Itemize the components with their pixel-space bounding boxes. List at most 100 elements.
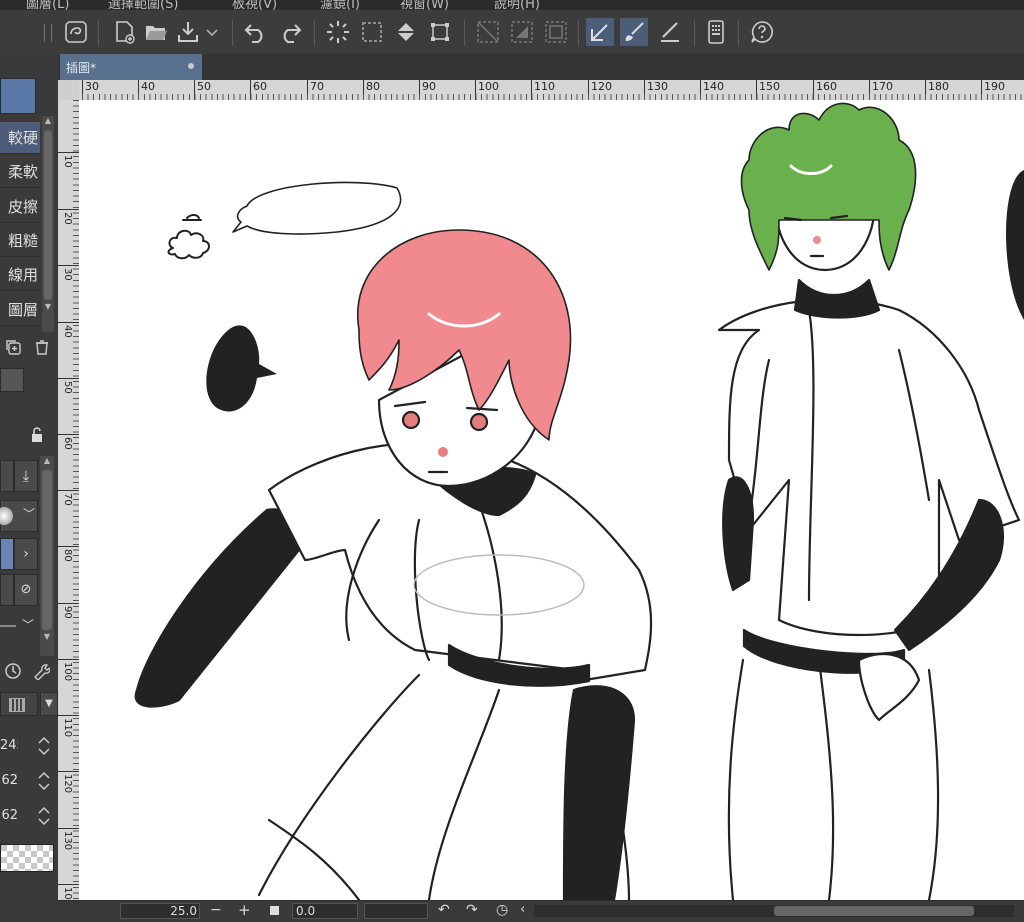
value-field-1[interactable]: 245 (0, 738, 18, 753)
illustration (134, 102, 1024, 900)
speech-bubble-right-edge (1006, 170, 1024, 320)
trash-icon[interactable] (33, 338, 51, 356)
save-dropdown-icon[interactable] (204, 18, 220, 46)
help-icon[interactable] (748, 18, 776, 46)
brush-item-line[interactable]: 線用 (0, 259, 40, 291)
document-tab[interactable]: 插圖* (60, 54, 202, 80)
chevron-down-icon: ﹀ (22, 507, 35, 521)
menu-layer[interactable]: 圖層(L) (26, 0, 69, 10)
line-style-select[interactable]: ﹀ (0, 614, 36, 638)
ruler-left: 10 20 30 40 50 60 70 80 90 100 110 120 1… (58, 100, 80, 900)
scroll-up-icon[interactable]: ▲ (42, 116, 54, 128)
color-bar[interactable] (0, 538, 14, 570)
opacity-spinner[interactable] (0, 574, 14, 606)
download-icon[interactable]: ⤓ (14, 460, 38, 492)
scroll-down-icon[interactable]: ▼ (42, 302, 54, 314)
palette-select[interactable] (0, 692, 38, 716)
document-tab-title: 插圖* (66, 61, 97, 75)
fill-tool-icon[interactable] (656, 18, 684, 46)
companion-app-icon[interactable] (702, 18, 730, 46)
rotate-right-icon[interactable]: ↷ (466, 902, 478, 918)
spinner-3[interactable] (37, 804, 51, 828)
property-scrollbar[interactable]: ▲ ▼ (40, 456, 54, 656)
spinner-1[interactable] (37, 734, 51, 758)
command-bar (0, 10, 1024, 55)
brush-tip-icon (0, 507, 13, 525)
deselect-icon[interactable] (474, 18, 502, 46)
menu-filter[interactable]: 濾鏡(I) (320, 0, 360, 10)
transparent-color-swatch[interactable] (0, 844, 54, 872)
cloud-sprout (182, 214, 202, 221)
separator (464, 20, 465, 46)
lock-icon[interactable] (28, 426, 46, 444)
chevron-right-icon[interactable]: › (14, 538, 38, 570)
select-area-icon[interactable] (358, 18, 386, 46)
size-spinner[interactable] (0, 460, 14, 492)
pink-eye-left (401, 410, 421, 430)
reset-rotation-icon[interactable]: ◷ (496, 902, 508, 918)
unsaved-dot-icon[interactable] (188, 63, 194, 69)
menu-bar: 圖層(L) 選擇範圍(S) 板視(V) 濾鏡(I) 視窗(W) 說明(H) (0, 0, 1024, 10)
crop-selection-icon[interactable] (542, 18, 570, 46)
value-field-3[interactable]: 62 (0, 808, 18, 823)
value-field-2[interactable]: 62 (0, 773, 18, 788)
subtool-tab[interactable] (0, 368, 24, 392)
app-logo-icon[interactable] (62, 18, 90, 46)
open-file-icon[interactable] (142, 18, 170, 46)
ruler-corner (58, 80, 79, 100)
brush-item-rough[interactable]: 粗糙 (0, 225, 40, 257)
horizontal-scrollbar[interactable] (534, 905, 1014, 917)
rotation-field[interactable]: 0.0 (292, 903, 358, 919)
collapse-icon[interactable]: ‹ (520, 902, 525, 917)
invert-selection-icon[interactable] (508, 18, 536, 46)
chevron-down-icon: ﹀ (21, 618, 34, 632)
fit-view-icon[interactable] (270, 906, 279, 915)
scroll-thumb[interactable] (774, 906, 974, 916)
brush-item-layer[interactable]: 圖層 (0, 294, 40, 326)
pen-tool-icon[interactable] (586, 18, 614, 46)
scroll-down-icon[interactable]: ▼ (40, 632, 54, 644)
no-entry-icon[interactable]: ⊘ (14, 574, 38, 606)
green-black-arm-left (722, 476, 755, 592)
brush-list-scrollbar[interactable]: ▲ ▼ (42, 116, 54, 332)
scroll-thumb[interactable] (44, 130, 52, 300)
rotate-left-icon[interactable]: ↶ (438, 902, 450, 918)
spinner-2[interactable] (37, 769, 51, 793)
drawing-canvas[interactable] (79, 100, 1024, 900)
zoom-out-button[interactable]: − (210, 902, 222, 918)
rotation-slider[interactable] (364, 903, 428, 919)
save-icon[interactable] (174, 18, 202, 46)
panel-grip[interactable] (44, 24, 52, 42)
new-file-icon[interactable] (110, 18, 138, 46)
fill-icon[interactable] (392, 18, 420, 46)
timer-icon[interactable] (4, 662, 22, 680)
chevron-down-icon[interactable]: ▼ (40, 692, 58, 716)
speech-bubble-outline (232, 181, 402, 235)
scroll-thumb[interactable] (42, 470, 52, 630)
pink-black-sleeve-arm (134, 508, 309, 708)
green-hand (857, 652, 921, 722)
brush-tool-icon[interactable] (620, 18, 648, 46)
menu-window[interactable]: 視窗(W) (400, 0, 449, 10)
menu-help[interactable]: 說明(H) (494, 0, 540, 10)
wrench-icon[interactable] (32, 662, 51, 681)
zoom-in-button[interactable]: + (238, 901, 251, 919)
brush-shape-select[interactable]: ﹀ (0, 500, 38, 532)
redo-icon[interactable] (276, 18, 304, 46)
cloud-doodle (167, 229, 210, 260)
duplicate-icon[interactable] (4, 338, 22, 356)
loading-spinner-icon[interactable] (324, 18, 352, 46)
brush-item-soft[interactable]: 柔軟 (0, 156, 40, 188)
menu-selection[interactable]: 選擇範圍(S) (108, 0, 178, 10)
menu-view[interactable]: 板視(V) (232, 0, 277, 10)
status-bar: 25.0 − + 0.0 ↶ ↷ ◷ ‹ (58, 900, 1024, 922)
brush-item-hard[interactable]: 較硬 (0, 122, 40, 154)
zoom-field[interactable]: 25.0 (120, 903, 200, 919)
pink-black-forearm (562, 685, 636, 900)
scroll-up-icon[interactable]: ▲ (40, 456, 54, 468)
transform-icon[interactable] (426, 18, 454, 46)
speech-bubble-black (206, 325, 277, 412)
undo-icon[interactable] (242, 18, 270, 46)
color-swatch[interactable] (0, 78, 36, 114)
brush-item-eraser[interactable]: 皮擦 (0, 191, 40, 223)
